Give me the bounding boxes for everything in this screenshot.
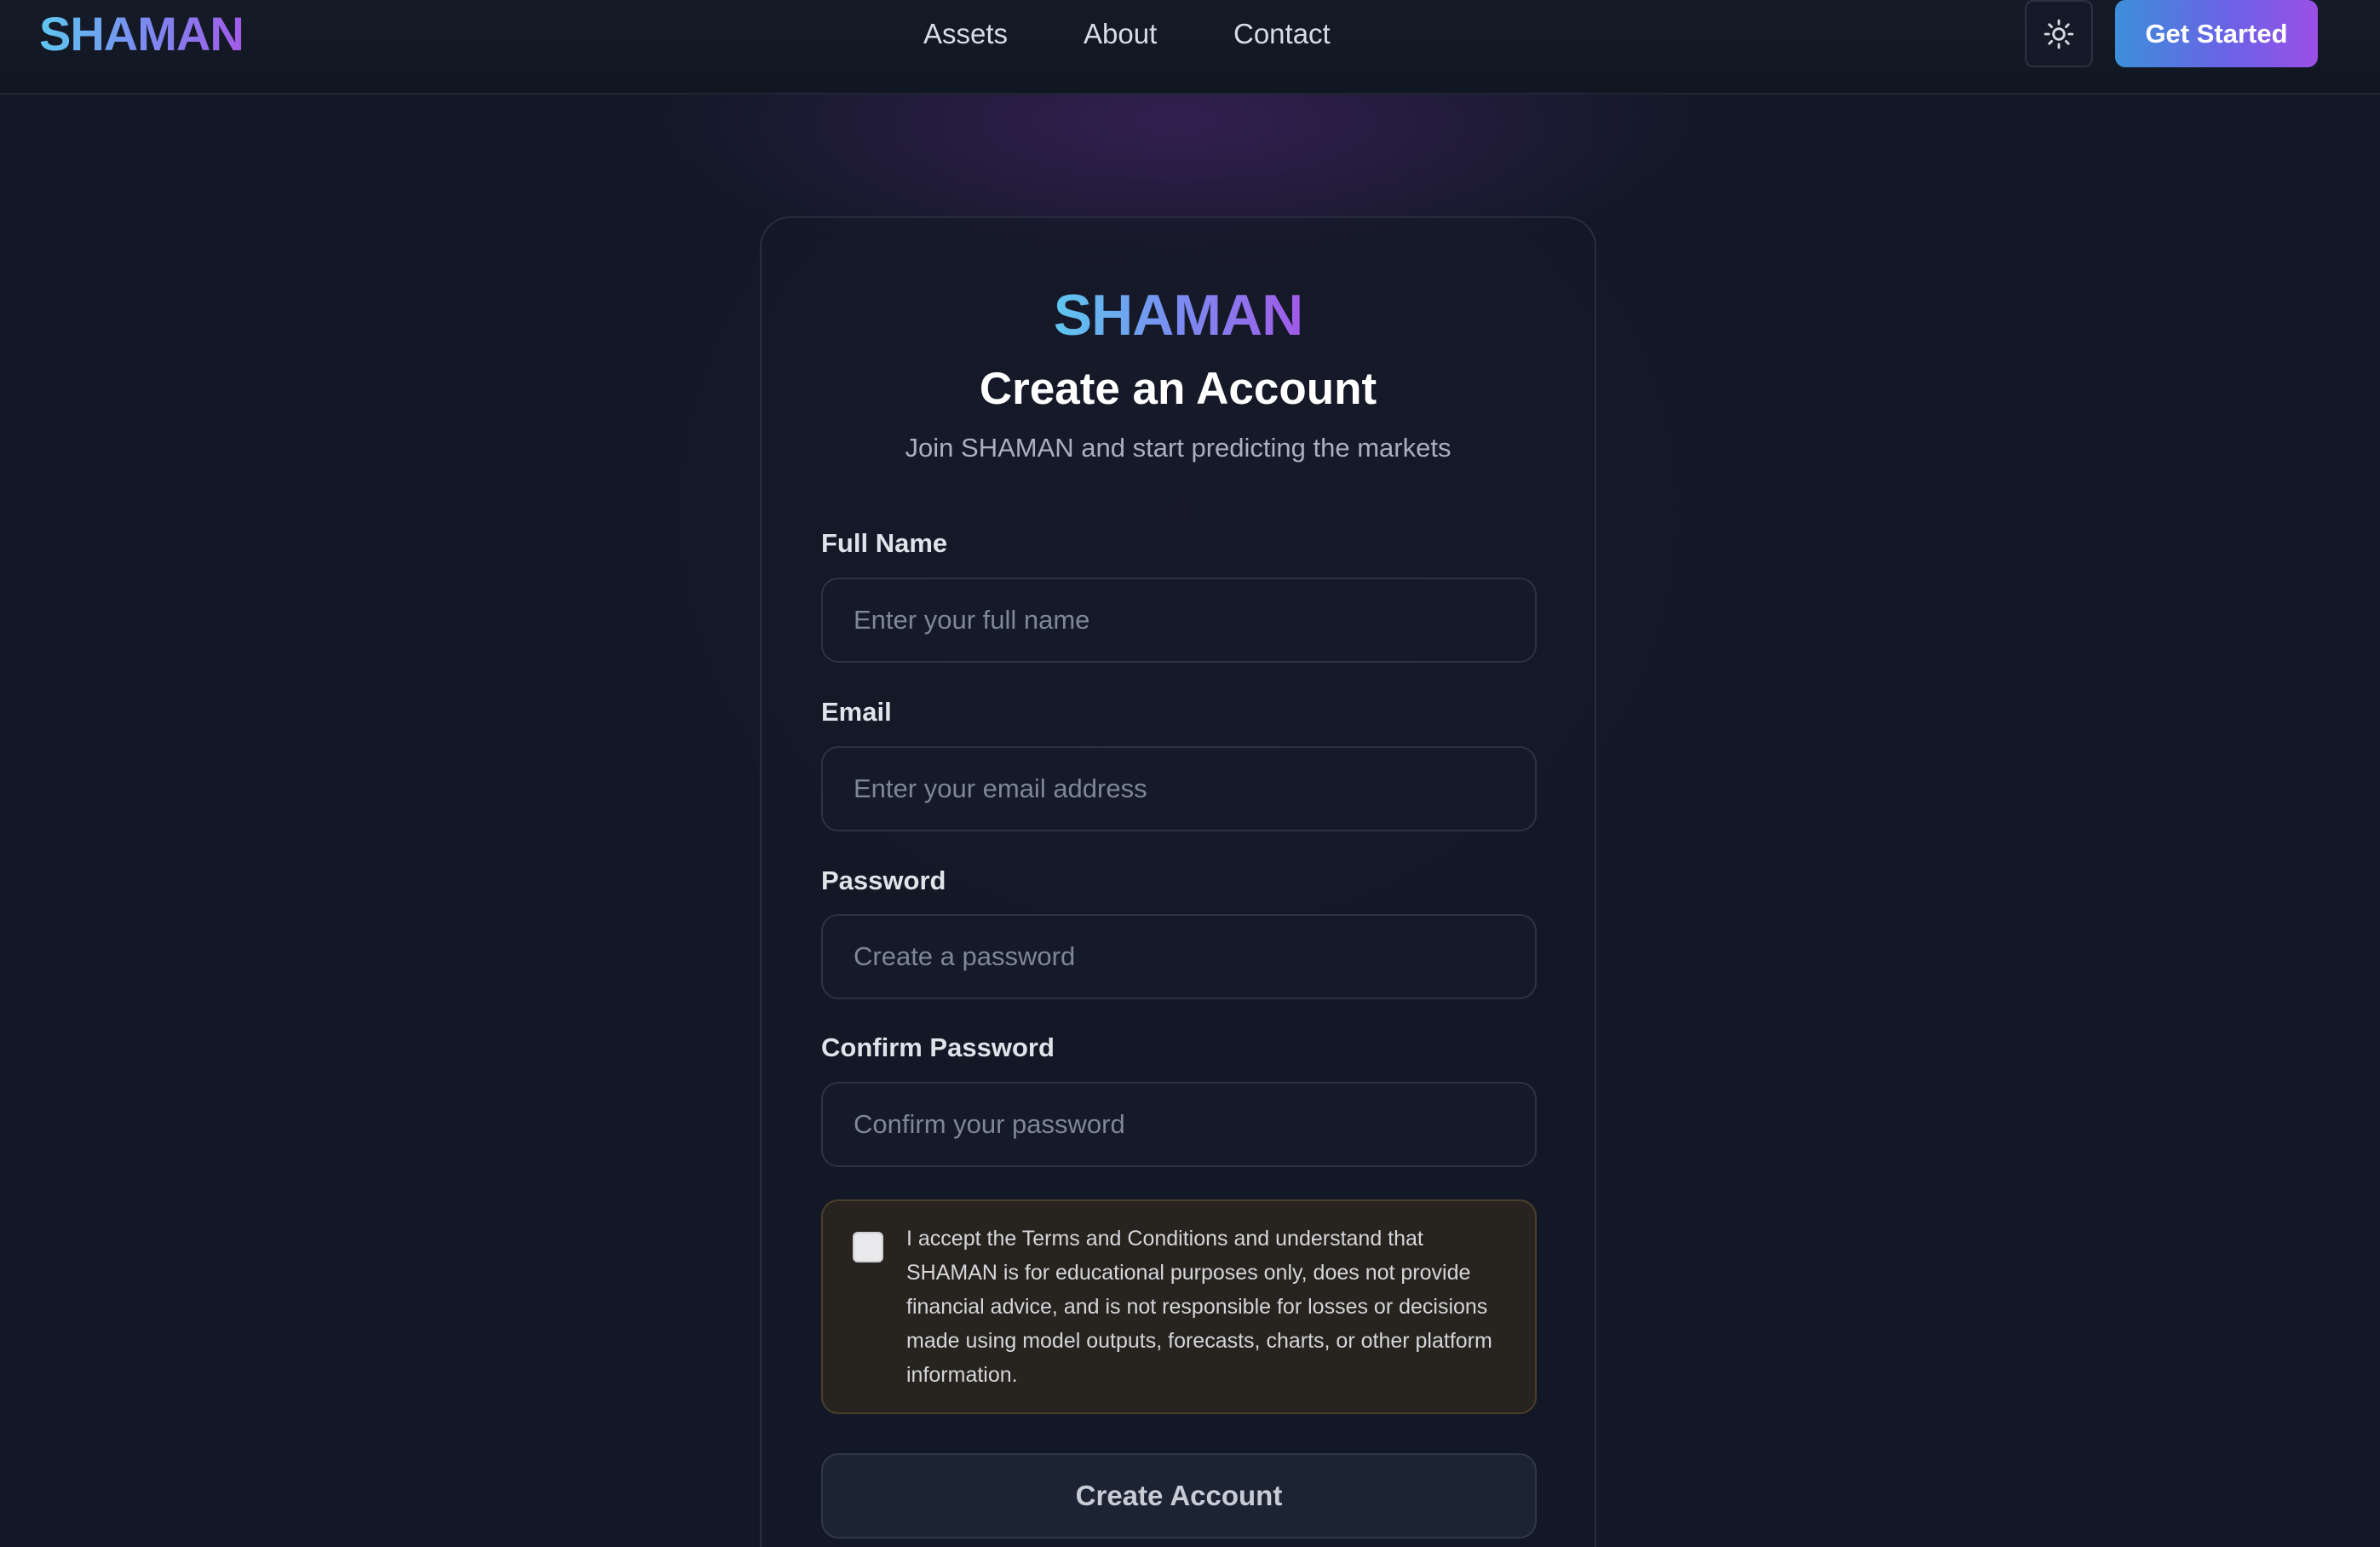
email-input[interactable]: [821, 746, 1537, 831]
nav-link-about[interactable]: About: [1084, 15, 1157, 53]
email-label: Email: [821, 697, 892, 727]
nav-link-contact[interactable]: Contact: [1233, 15, 1331, 53]
brand-logo[interactable]: SHAMAN: [39, 3, 244, 65]
create-account-button[interactable]: Create Account: [821, 1453, 1537, 1538]
terms-box: I accept the Terms and Conditions and un…: [821, 1199, 1537, 1414]
signup-card: SHAMAN Create an Account Join SHAMAN and…: [760, 216, 1596, 1547]
full-name-input[interactable]: [821, 578, 1537, 663]
password-label: Password: [821, 866, 946, 895]
signup-page: SHAMAN Assets About Contact Get Started …: [0, 0, 2380, 1547]
password-input[interactable]: [821, 914, 1537, 999]
nav-link-assets[interactable]: Assets: [923, 15, 1008, 53]
confirm-password-label: Confirm Password: [821, 1032, 1055, 1062]
top-navbar: SHAMAN Assets About Contact Get Started: [0, 0, 2380, 95]
page-title: Create an Account: [979, 364, 1377, 414]
terms-text: I accept the Terms and Conditions and un…: [906, 1227, 1492, 1387]
full-name-label: Full Name: [821, 528, 948, 558]
card-logo-text: SHAMAN: [1053, 283, 1303, 348]
card-logo: SHAMAN: [762, 281, 1595, 349]
sun-icon: [2044, 19, 2074, 49]
terms-checkbox[interactable]: [853, 1232, 883, 1262]
theme-toggle-button[interactable]: [2025, 0, 2093, 67]
confirm-password-input[interactable]: [821, 1082, 1537, 1167]
page-subtitle: Join SHAMAN and start predicting the mar…: [905, 433, 1452, 463]
get-started-button[interactable]: Get Started: [2115, 0, 2318, 67]
